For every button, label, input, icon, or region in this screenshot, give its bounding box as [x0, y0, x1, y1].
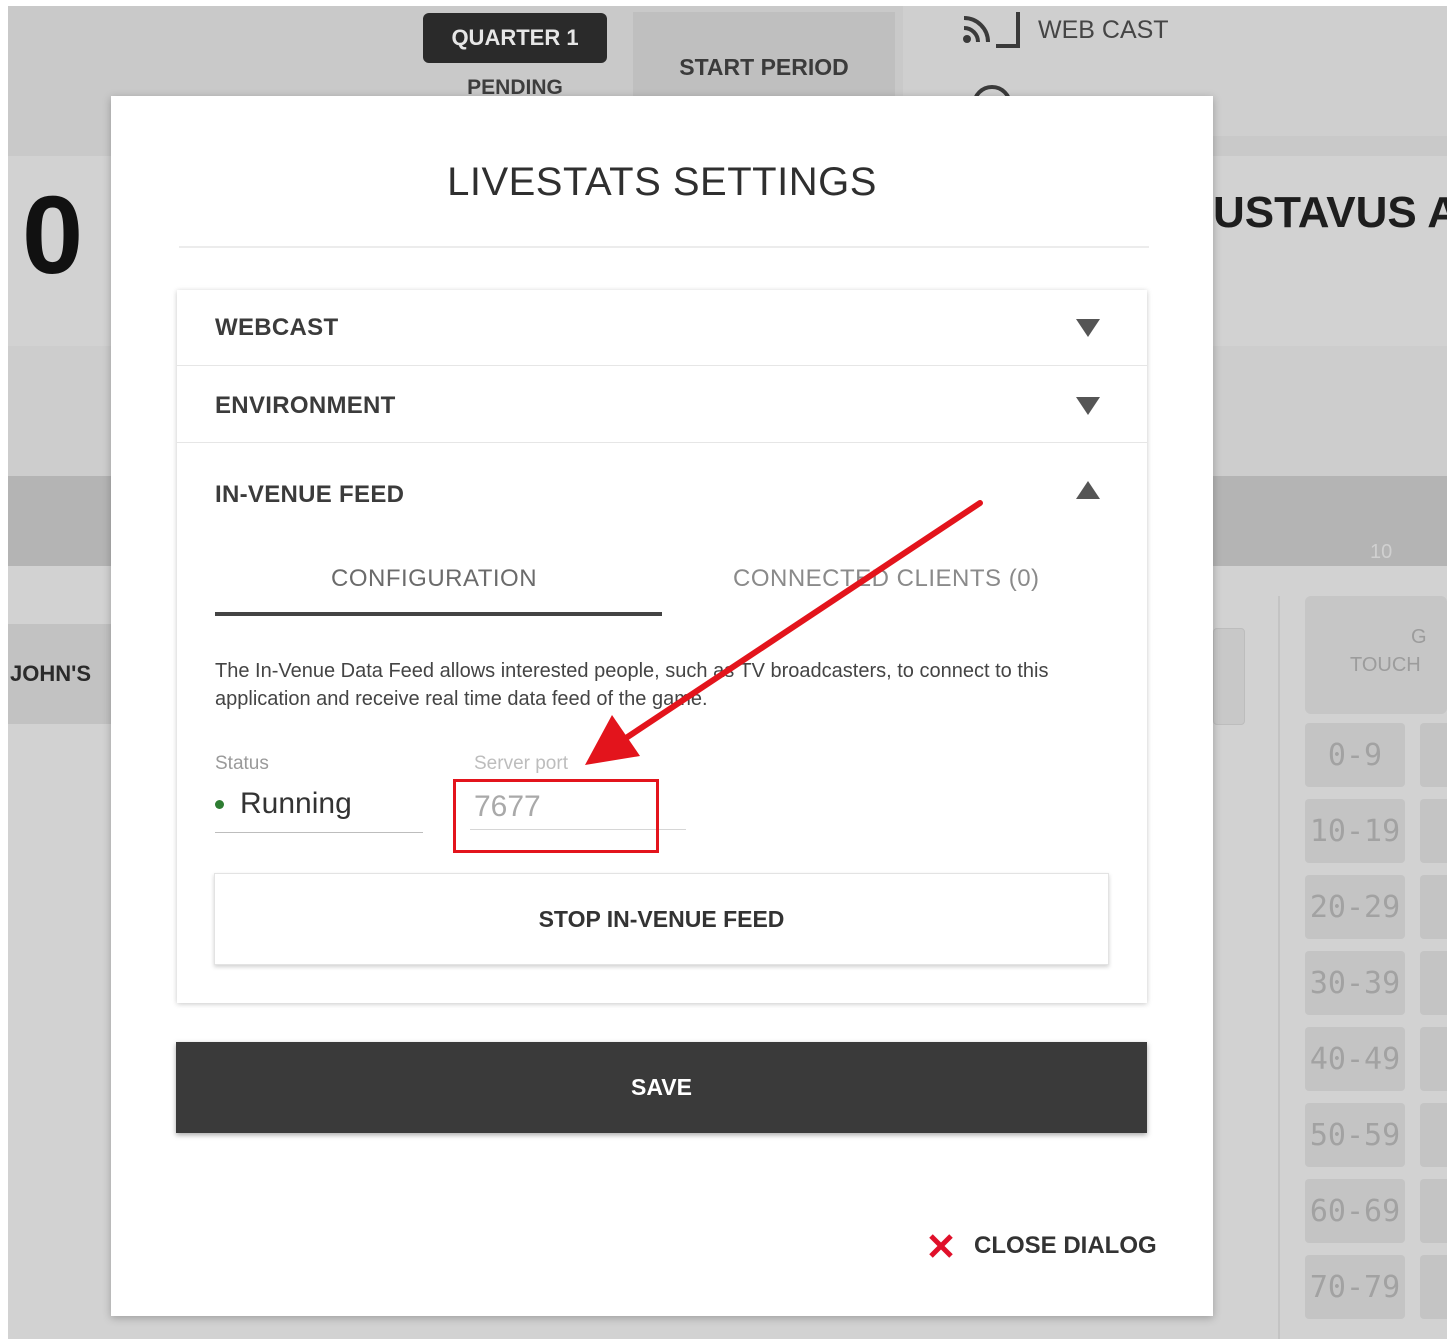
status-label: Status	[215, 753, 269, 774]
save-button[interactable]: SAVE	[176, 1042, 1147, 1133]
home-team-name: JOHN'S	[10, 661, 92, 686]
accordion-in-venue-feed[interactable]: IN-VENUE FEED	[177, 443, 1147, 533]
yard-range-button-secondary[interactable]	[1420, 723, 1447, 787]
yard-range-button[interactable]: 0-9	[1305, 723, 1405, 787]
yard-range-button[interactable]: 10-19	[1305, 799, 1405, 863]
dialog-title: LIVESTATS SETTINGS	[447, 160, 877, 204]
webcast-label: WEB CAST	[1038, 16, 1169, 44]
yard-range-button[interactable]: 30-39	[1305, 951, 1405, 1015]
close-dialog-button[interactable]: CLOSE DIALOG	[928, 1226, 1157, 1266]
title-divider	[179, 246, 1149, 248]
close-dialog-label: CLOSE DIALOG	[974, 1232, 1157, 1259]
accordion-webcast-label: WEBCAST	[215, 314, 339, 341]
active-tab-indicator	[215, 612, 662, 616]
yard-range-button[interactable]: 70-79	[1305, 1255, 1405, 1319]
accordion-environment[interactable]: ENVIRONMENT	[177, 366, 1147, 442]
yard-range-button-secondary[interactable]	[1420, 951, 1447, 1015]
close-icon[interactable]	[928, 1233, 954, 1259]
status-underline	[215, 832, 423, 833]
cast-icon[interactable]	[960, 8, 1024, 54]
stop-in-venue-feed-button[interactable]: STOP IN-VENUE FEED	[214, 873, 1109, 965]
yard-range-button-secondary[interactable]	[1420, 1027, 1447, 1091]
band-number: 10	[1370, 541, 1393, 563]
accordion-webcast[interactable]: WEBCAST	[177, 290, 1147, 366]
yard-range-button-secondary[interactable]	[1420, 1179, 1447, 1243]
server-port-label: Server port	[474, 753, 568, 774]
side-box	[1213, 628, 1245, 725]
yard-range-button-secondary[interactable]	[1420, 799, 1447, 863]
yard-range-button[interactable]: 60-69	[1305, 1179, 1405, 1243]
yard-range-button[interactable]: 20-29	[1305, 875, 1405, 939]
home-team-tab[interactable]: JOHN'S	[8, 624, 118, 724]
touch-top-label: G	[1411, 626, 1427, 648]
yard-range-button-secondary[interactable]	[1420, 1103, 1447, 1167]
accordion-environment-label: ENVIRONMENT	[215, 392, 396, 419]
chevron-down-icon[interactable]	[1075, 318, 1101, 338]
accordion-in-venue-feed-label: IN-VENUE FEED	[215, 481, 405, 508]
chevron-down-icon[interactable]	[1075, 396, 1101, 416]
yard-range-button[interactable]: 40-49	[1305, 1027, 1405, 1091]
annotation-highlight-box	[453, 779, 659, 853]
divider	[1278, 596, 1280, 1339]
yard-range-button[interactable]: 50-59	[1305, 1103, 1405, 1167]
status-value: Running	[240, 787, 352, 820]
in-venue-feed-description: The In-Venue Data Feed allows interested…	[215, 660, 1049, 710]
quarter-badge: QUARTER 1	[423, 13, 607, 63]
yard-range-button-secondary[interactable]	[1420, 875, 1447, 939]
tab-configuration[interactable]: CONFIGURATION	[331, 565, 537, 593]
chevron-up-icon[interactable]	[1075, 480, 1101, 500]
status-indicator	[215, 800, 224, 809]
tab-connected-clients[interactable]: CONNECTED CLIENTS (0)	[733, 565, 1040, 593]
yard-range-button-secondary[interactable]	[1420, 1255, 1447, 1319]
touch-label: TOUCH	[1350, 654, 1421, 676]
